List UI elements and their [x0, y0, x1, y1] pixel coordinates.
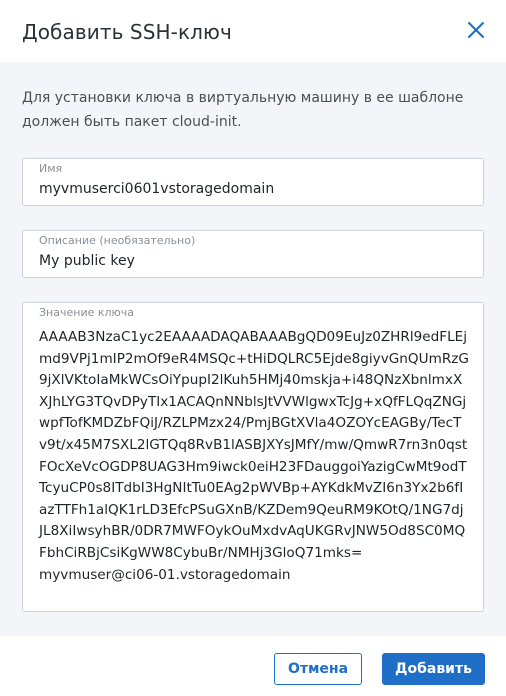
dialog-footer: Отмена Добавить [0, 636, 506, 696]
dialog-header: Добавить SSH-ключ [0, 0, 506, 62]
dialog-body: Для установки ключа в виртуальную машину… [0, 62, 506, 636]
key-value-field[interactable]: Значение ключа AAAAB3NzaC1yc2EAAAADAQABA… [22, 302, 484, 612]
name-field[interactable]: Имя myvmuserci0601vstoragedomain [22, 158, 484, 206]
name-field-label: Имя [39, 162, 63, 175]
key-value-textarea[interactable]: AAAAB3NzaC1yc2EAAAADAQABAAABgQD09EuJz0ZH… [39, 327, 469, 586]
key-value-field-label: Значение ключа [39, 306, 135, 319]
description-field-value[interactable]: My public key [39, 251, 135, 271]
description-field-label: Описание (необязательно) [39, 234, 196, 247]
cloud-init-hint: Для установки ключа в виртуальную машину… [22, 90, 464, 130]
description-field[interactable]: Описание (необязательно) My public key [22, 230, 484, 278]
add-ssh-key-dialog: Добавить SSH-ключ Для установки ключа в … [0, 0, 506, 696]
name-field-value[interactable]: myvmuserci0601vstoragedomain [39, 179, 274, 199]
close-icon[interactable] [466, 20, 486, 40]
add-button[interactable]: Добавить [382, 653, 485, 685]
cancel-button[interactable]: Отмена [274, 653, 362, 685]
dialog-title: Добавить SSH-ключ [22, 20, 232, 44]
